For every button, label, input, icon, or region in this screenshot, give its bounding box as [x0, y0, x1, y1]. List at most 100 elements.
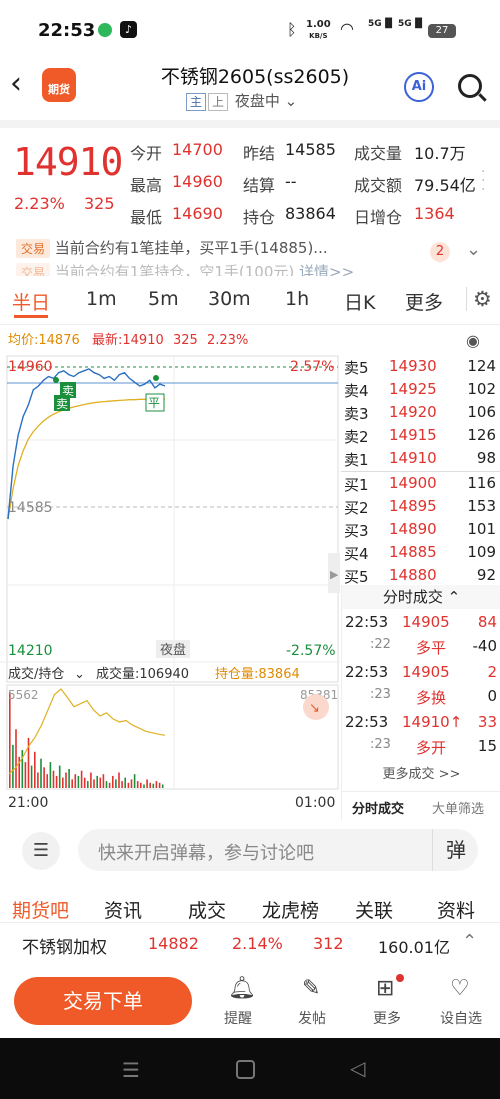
gear-icon[interactable]: ⚙ — [466, 287, 492, 311]
trade-order-button[interactable]: 交易下单 — [14, 977, 192, 1025]
heart-icon[interactable]: ♡ — [450, 976, 470, 1001]
more-ticks-link[interactable]: 更多成交 >> — [342, 763, 500, 782]
ask-row[interactable]: 卖2 14915 126 — [341, 424, 500, 447]
tick-title[interactable]: 分时成交 ⌃ — [342, 585, 500, 609]
tab-30m[interactable]: 30m — [208, 288, 251, 310]
shield-icon — [98, 23, 112, 37]
low-label: 最低 — [130, 208, 163, 227]
tab-half-day[interactable]: 半日 — [12, 288, 50, 315]
tab-trades[interactable]: 成交 — [188, 896, 226, 923]
y-mid-label: 14585 — [8, 500, 53, 516]
volume-bar — [83, 777, 86, 788]
tick-oi: 15 — [477, 737, 497, 755]
menu-icon[interactable]: ☰ — [122, 1058, 140, 1082]
volume-bar — [127, 782, 130, 788]
bid-level-label: 买3 — [344, 522, 369, 540]
edit-icon[interactable]: ✎ — [302, 976, 320, 1001]
notice-line-1[interactable]: 交易 当前合约有1笔挂单，买平1手(14885)... — [16, 237, 328, 258]
favorite-label[interactable]: 设自选 — [440, 1008, 482, 1028]
eye-icon[interactable]: ◉ — [466, 331, 480, 350]
last-price: 14910 — [13, 140, 123, 184]
tick-panel: 分时成交 ⌃ 22:53 14905 84:22 多平 -40 22:53 14905 2:2… — [341, 585, 500, 820]
volume-tab-label: 成交/持仓 — [8, 666, 64, 682]
volume-bar — [99, 777, 102, 788]
tab-daily[interactable]: 日K — [344, 288, 375, 315]
back-nav-icon[interactable]: ◁ — [350, 1056, 365, 1080]
tab-related[interactable]: 关联 — [355, 896, 393, 923]
tab-news[interactable]: 资讯 — [104, 896, 142, 923]
more-dots-icon[interactable]: · · · — [481, 165, 485, 197]
tab-1h[interactable]: 1h — [285, 288, 309, 310]
tab-big-orders[interactable]: 大单筛选 — [432, 798, 484, 817]
tab-1m[interactable]: 1m — [86, 288, 117, 310]
high-label: 最高 — [130, 176, 163, 195]
prev-close-label: 昨结 — [243, 144, 276, 163]
alert-label[interactable]: 提醒 — [224, 1008, 252, 1028]
volume-total-label: 成交量:106940 — [96, 666, 189, 682]
ask-level-label: 卖1 — [344, 451, 369, 469]
volume-frame — [6, 684, 339, 790]
latest-change-label: 325 — [173, 333, 198, 348]
index-pct: 2.14% — [232, 934, 283, 953]
bid-row[interactable]: 买5 14880 92 — [341, 564, 500, 587]
settle-label: 结算 — [243, 176, 276, 195]
notice-panel[interactable]: 交易 当前合约有1笔挂单，买平1手(14885)... 交易 当前合约有1笔持仓… — [0, 228, 500, 278]
bell-icon[interactable]: 🔔︎ — [228, 976, 256, 1001]
volume-bars — [9, 692, 164, 788]
back-icon[interactable]: ‹ — [10, 66, 22, 101]
bid-row[interactable]: 买1 14900 116 — [341, 472, 500, 495]
intraday-chart[interactable]: 均价:14876 最新:14910 325 2.23% 14960 2.57% … — [0, 325, 480, 815]
avg-price-label: 均价:14876 — [8, 333, 80, 348]
ai-button[interactable]: Ai — [404, 72, 434, 102]
contract-title[interactable]: 不锈钢2605(ss2605) — [140, 62, 370, 89]
tab-ticks[interactable]: 分时成交 — [352, 798, 404, 817]
danmu-toggle-icon[interactable]: ☰ — [22, 832, 60, 870]
volume-bar — [55, 775, 58, 788]
tab-rankings[interactable]: 龙虎榜 — [262, 896, 319, 923]
content-tabs: 期货吧 资讯 成交 龙虎榜 关联 资料 — [0, 882, 500, 922]
ask-level-label: 卖3 — [344, 405, 369, 423]
details-link[interactable]: 详情>> — [299, 263, 354, 276]
open-label: 今开 — [130, 144, 163, 163]
more-label[interactable]: 更多 — [373, 1008, 401, 1028]
tick-seconds: :23 — [370, 737, 391, 752]
system-nav: ☰ ◁ — [0, 1038, 500, 1099]
change-value: 325 — [84, 194, 115, 213]
volume-bar — [49, 762, 52, 788]
bid-row[interactable]: 买4 14885 109 — [341, 541, 500, 564]
tick-list: 22:53 14905 84:22 多平 -40 22:53 14905 2:23 多换 0 22:… — [342, 609, 500, 759]
chevron-up-icon[interactable]: ⌃ — [462, 931, 477, 952]
ask-row[interactable]: 卖4 14925 102 — [341, 378, 500, 401]
volume-bar — [21, 750, 24, 788]
session-row[interactable]: 主上 夜盘中 ⌄ — [186, 90, 297, 111]
tick-volume: 33 — [477, 713, 497, 731]
tab-more[interactable]: 更多 — [405, 288, 443, 315]
tick-oi: -40 — [472, 637, 498, 655]
comment-bar: ☰ 快来开启弹幕，参与讨论吧 弹 — [0, 820, 500, 882]
post-label[interactable]: 发帖 — [298, 1008, 326, 1028]
tick-volume: 84 — [477, 613, 497, 631]
tab-info[interactable]: 资料 — [437, 896, 475, 923]
settle-value: -- — [285, 172, 297, 191]
notice-count-badge: 2 — [430, 242, 450, 262]
tab-5m[interactable]: 5m — [148, 288, 179, 310]
bid-row[interactable]: 买3 14890 101 — [341, 518, 500, 541]
bid-row[interactable]: 买2 14895 153 — [341, 495, 500, 518]
volume-bar — [118, 772, 120, 788]
ask-row[interactable]: 卖1 14910 98 — [341, 447, 500, 470]
danmu-button[interactable]: 弹 — [432, 829, 479, 871]
chevron-down-icon[interactable]: ⌄ — [466, 239, 481, 260]
volume-tab-chevron: ⌄ — [74, 667, 85, 682]
ask-row[interactable]: 卖5 14930 124 — [341, 355, 500, 378]
volume-bar — [77, 775, 80, 788]
tab-forum[interactable]: 期货吧 — [12, 896, 69, 923]
tiktok-icon: ♪ — [120, 21, 137, 38]
apps-icon[interactable]: ⊞ — [376, 976, 394, 1001]
notice-line-2[interactable]: 交易 当前合约有1笔持仓，空1手(100元) 详情>> — [16, 261, 354, 276]
volume-bar — [62, 777, 64, 788]
action-bar: 交易下单 🔔︎ 提醒 ✎ 发帖 ⊞ 更多 ♡ 设自选 — [0, 964, 500, 1038]
index-bar[interactable]: 不锈钢加权 14882 2.14% 312 160.01亿 ⌃ — [0, 922, 500, 965]
volume-bar — [30, 765, 33, 788]
home-icon[interactable] — [236, 1060, 255, 1079]
ask-row[interactable]: 卖3 14920 106 — [341, 401, 500, 424]
